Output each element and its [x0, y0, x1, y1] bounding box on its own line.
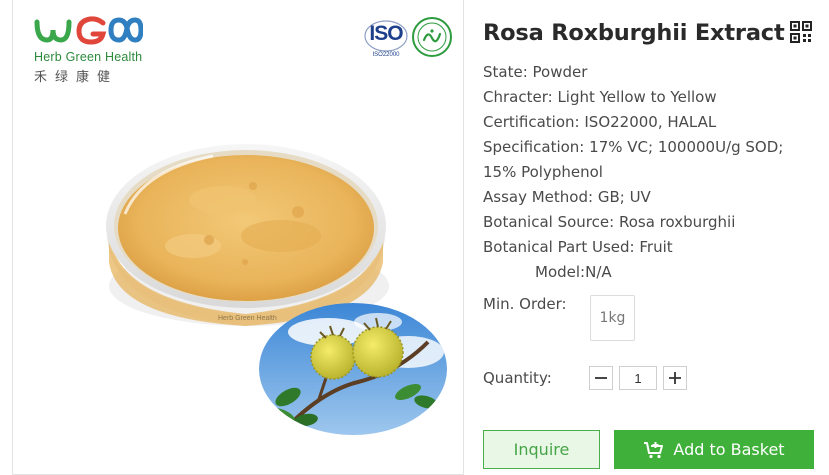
- spec-value: Powder: [532, 63, 588, 81]
- minus-icon: [595, 377, 607, 379]
- spec-row-botanical-part: Botanical Part Used: Fruit: [483, 235, 823, 260]
- inquire-button[interactable]: Inquire: [483, 430, 600, 469]
- spec-row-specification: Specification: 17% VC; 100000U/g SOD; 15…: [483, 135, 821, 185]
- qr-code-icon[interactable]: [790, 21, 812, 43]
- min-order-option[interactable]: 1kg: [590, 295, 635, 341]
- min-order-label: Min. Order:: [483, 295, 567, 313]
- model-row: Model:N/A: [535, 263, 612, 281]
- spec-value: ISO22000, HALAL: [584, 113, 717, 131]
- product-image-panel: Herb Green Health 禾绿康健 ISO ISO22000 Herb…: [12, 0, 464, 475]
- cart-plus-icon: [644, 441, 664, 458]
- spec-value: Fruit: [639, 238, 673, 256]
- product-title: Rosa Roxburghii Extract: [483, 20, 785, 46]
- inquire-button-label: Inquire: [513, 440, 570, 459]
- spec-label: Botanical Source:: [483, 213, 615, 231]
- spec-label: Certification:: [483, 113, 580, 131]
- spec-row-assay-method: Assay Method: GB; UV: [483, 185, 823, 210]
- spec-value: GB; UV: [597, 188, 651, 206]
- spec-row-character: Chracter: Light Yellow to Yellow: [483, 85, 823, 110]
- spec-label: Specification:: [483, 138, 585, 156]
- spec-label: Botanical Part Used:: [483, 238, 635, 256]
- spec-row-certification: Certification: ISO22000, HALAL: [483, 110, 823, 135]
- spec-label: Chracter:: [483, 88, 553, 106]
- model-label: Model:: [535, 263, 586, 281]
- quantity-increase-button[interactable]: [663, 366, 687, 390]
- spec-row-botanical-source: Botanical Source: Rosa roxburghii: [483, 210, 823, 235]
- add-to-basket-button[interactable]: Add to Basket: [614, 430, 814, 469]
- plus-icon: [669, 372, 681, 384]
- model-value: N/A: [585, 263, 612, 281]
- spec-row-state: State: Powder: [483, 60, 823, 85]
- spec-value: Light Yellow to Yellow: [557, 88, 717, 106]
- add-to-basket-label: Add to Basket: [673, 440, 785, 459]
- spec-list: State: Powder Chracter: Light Yellow to …: [483, 60, 823, 260]
- quantity-decrease-button[interactable]: [589, 366, 613, 390]
- quantity-input[interactable]: [619, 366, 657, 390]
- spec-value: Rosa roxburghii: [618, 213, 736, 231]
- quantity-label: Quantity:: [483, 369, 552, 387]
- spec-label: Assay Method:: [483, 188, 594, 206]
- rosa-roxburghii-fruit-image: [259, 303, 447, 435]
- spec-label: State:: [483, 63, 528, 81]
